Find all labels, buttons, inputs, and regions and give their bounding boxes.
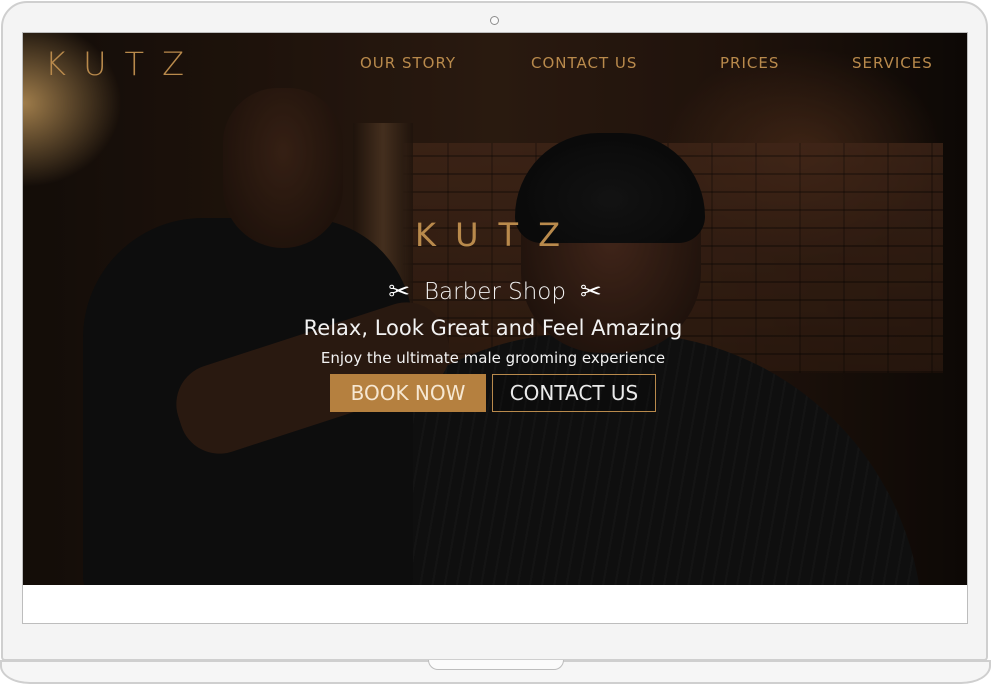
nav-contact-us[interactable]: CONTACT US — [531, 54, 637, 72]
hero-logo: KUTZ — [415, 216, 581, 254]
laptop-notch — [428, 660, 564, 670]
shop-title-row: ✂ Barber Shop ✂ — [385, 275, 605, 309]
scissors-icon: ✂ — [388, 277, 410, 307]
shop-title: Barber Shop — [424, 279, 566, 305]
hero-photo: KUTZ OUR STORY CONTACT US PRICES SERVICE… — [23, 33, 967, 585]
scissors-icon: ✂ — [579, 277, 602, 307]
contact-us-button[interactable]: CONTACT US — [492, 374, 656, 412]
webcam-icon — [490, 16, 499, 25]
laptop-screen: KUTZ OUR STORY CONTACT US PRICES SERVICE… — [22, 32, 968, 624]
nav-our-story[interactable]: OUR STORY — [360, 54, 456, 72]
hero-subline: Enjoy the ultimate male grooming experie… — [320, 349, 666, 367]
hero-overlay — [23, 33, 967, 585]
nav-services[interactable]: SERVICES — [852, 54, 933, 72]
book-now-button[interactable]: BOOK NOW — [330, 374, 486, 412]
site-logo[interactable]: KUTZ — [45, 45, 202, 83]
hero-tagline: Relax, Look Great and Feel Amazing — [303, 316, 683, 340]
nav-prices[interactable]: PRICES — [720, 54, 779, 72]
